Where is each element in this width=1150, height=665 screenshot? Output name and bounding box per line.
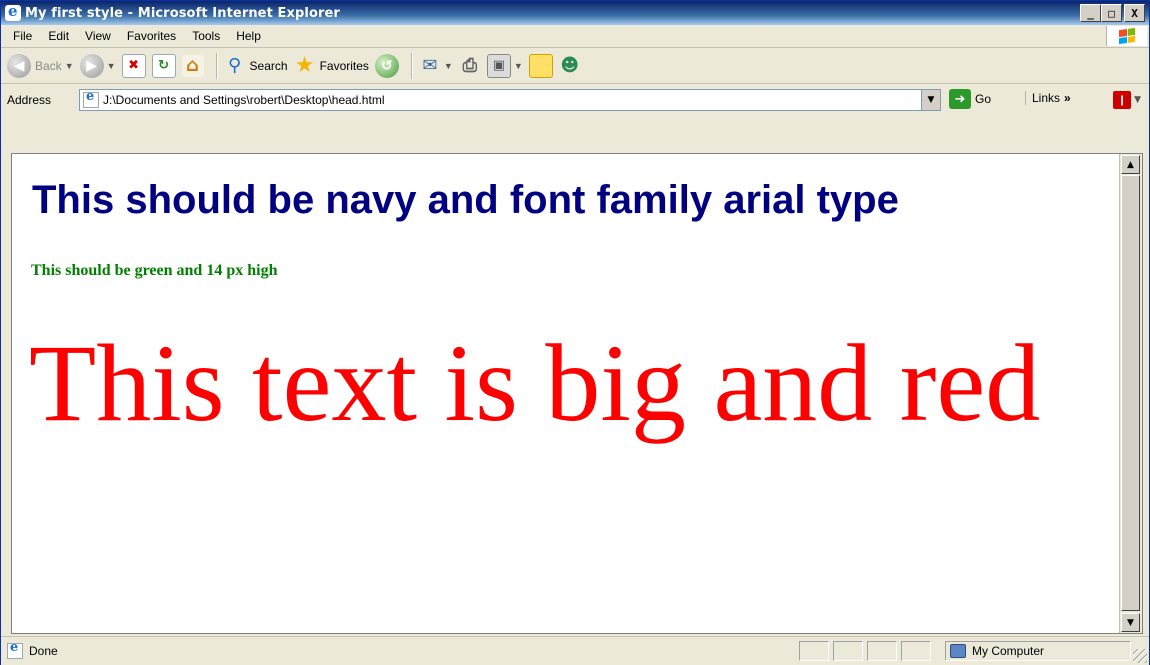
acrobat-button[interactable]: ❙ ▼: [1113, 91, 1141, 109]
mail-button[interactable]: ✉ ▼: [419, 51, 453, 81]
title-bar[interactable]: My first style - Microsoft Internet Expl…: [1, 1, 1149, 25]
ie-icon: [5, 2, 21, 21]
menu-favorites[interactable]: Favorites: [119, 29, 184, 43]
page-viewport: This should be navy and font family aria…: [11, 153, 1143, 634]
browser-window: My first style - Microsoft Internet Expl…: [0, 0, 1150, 665]
standard-toolbar: ◀ Back ▼ ▶ ▼ ✖ ↻ ⌂ ⚲ Search ★ Favorites …: [1, 48, 1149, 84]
print-button[interactable]: ⎙: [459, 51, 481, 81]
toolbar-separator: [215, 52, 218, 79]
printer-icon: ⎙: [462, 55, 478, 76]
status-panel: [901, 641, 931, 661]
window-controls: _ □ X: [1080, 4, 1145, 22]
minimize-button[interactable]: _: [1080, 4, 1101, 22]
menu-tools[interactable]: Tools: [184, 29, 228, 43]
menu-help[interactable]: Help: [228, 29, 269, 43]
back-label: Back: [35, 58, 62, 73]
resize-grip[interactable]: [1133, 649, 1147, 663]
my-computer-icon: [950, 644, 966, 658]
favorites-label: Favorites: [319, 58, 369, 73]
address-url: J:\Documents and Settings\robert\Desktop…: [103, 93, 385, 107]
back-button[interactable]: ◀ Back ▼: [7, 51, 74, 81]
maximize-button[interactable]: □: [1101, 4, 1122, 22]
navy-heading: This should be navy and font family aria…: [32, 178, 899, 222]
address-bar: Address J:\Documents and Settings\robert…: [1, 85, 1149, 153]
menu-file[interactable]: File: [1, 29, 40, 43]
search-label: Search: [249, 58, 288, 73]
menu-bar: File Edit View Favorites Tools Help: [1, 25, 1149, 48]
scroll-down-icon[interactable]: ▼: [1121, 613, 1140, 632]
history-icon: ↺: [374, 53, 399, 78]
stop-button[interactable]: ✖: [121, 51, 146, 81]
status-text: Done: [29, 644, 58, 658]
home-button[interactable]: ⌂: [181, 51, 204, 81]
status-bar: Done My Computer: [1, 636, 1149, 665]
acrobat-dropdown-icon[interactable]: ▼: [1134, 95, 1141, 105]
go-button[interactable]: ➜ Go: [949, 89, 991, 109]
scroll-up-icon[interactable]: ▲: [1121, 155, 1140, 174]
status-panel: [867, 641, 897, 661]
vertical-scrollbar[interactable]: ▲ ▼: [1119, 154, 1142, 633]
menu-edit[interactable]: Edit: [40, 29, 77, 43]
chevron-right-icon: »: [1064, 91, 1071, 105]
favorites-star-icon: ★: [294, 53, 315, 78]
favorites-button[interactable]: ★ Favorites: [294, 51, 369, 81]
status-panel: [833, 641, 863, 661]
pdf-icon: ❙: [1113, 91, 1132, 109]
big-red-paragraph: This text is big and red: [29, 322, 1041, 444]
toolbar-separator: [410, 52, 413, 79]
page-done-icon: [7, 640, 23, 659]
forward-button[interactable]: ▶ ▼: [79, 51, 116, 81]
history-button[interactable]: ↺: [374, 51, 399, 81]
messenger-button[interactable]: ☻: [559, 51, 581, 81]
forward-arrow-icon: ▶: [79, 53, 104, 78]
mail-dropdown-icon[interactable]: ▼: [444, 61, 453, 71]
links-toolbar[interactable]: Links»: [1025, 91, 1071, 105]
window-title: My first style - Microsoft Internet Expl…: [25, 5, 340, 21]
green-paragraph: This should be green and 14 px high: [31, 262, 278, 279]
scroll-thumb[interactable]: [1121, 175, 1140, 611]
note-icon: [528, 53, 553, 78]
links-label: Links: [1032, 91, 1061, 105]
address-dropdown-icon[interactable]: ▼: [921, 90, 940, 110]
page-icon: [83, 89, 99, 108]
address-label: Address: [7, 93, 52, 107]
page-content: This should be navy and font family aria…: [12, 154, 1120, 633]
status-panel: [799, 641, 829, 661]
menu-view[interactable]: View: [77, 29, 119, 43]
refresh-icon: ↻: [151, 53, 176, 78]
search-icon: ⚲: [227, 55, 242, 76]
discuss-button[interactable]: [528, 51, 553, 81]
messenger-icon: ☻: [560, 55, 580, 76]
stop-icon: ✖: [121, 53, 146, 78]
zone-label: My Computer: [972, 644, 1045, 658]
back-dropdown-icon[interactable]: ▼: [65, 61, 74, 71]
go-arrow-icon: ➜: [949, 89, 971, 109]
go-label: Go: [975, 92, 992, 106]
edit-dropdown-icon[interactable]: ▼: [514, 61, 523, 71]
mail-icon: ✉: [422, 55, 438, 76]
home-icon: ⌂: [181, 54, 204, 77]
forward-dropdown-icon[interactable]: ▼: [107, 61, 116, 71]
search-button[interactable]: ⚲ Search: [224, 51, 288, 81]
back-arrow-icon: ◀: [7, 53, 31, 78]
close-button[interactable]: X: [1124, 4, 1145, 22]
edit-button[interactable]: ▣ ▼: [486, 51, 523, 81]
address-input[interactable]: J:\Documents and Settings\robert\Desktop…: [79, 89, 941, 111]
security-zone[interactable]: My Computer: [945, 641, 1131, 661]
refresh-button[interactable]: ↻: [151, 51, 176, 81]
status-panels: [799, 641, 935, 661]
edit-page-icon: ▣: [486, 53, 511, 78]
windows-logo-icon: [1106, 26, 1147, 46]
